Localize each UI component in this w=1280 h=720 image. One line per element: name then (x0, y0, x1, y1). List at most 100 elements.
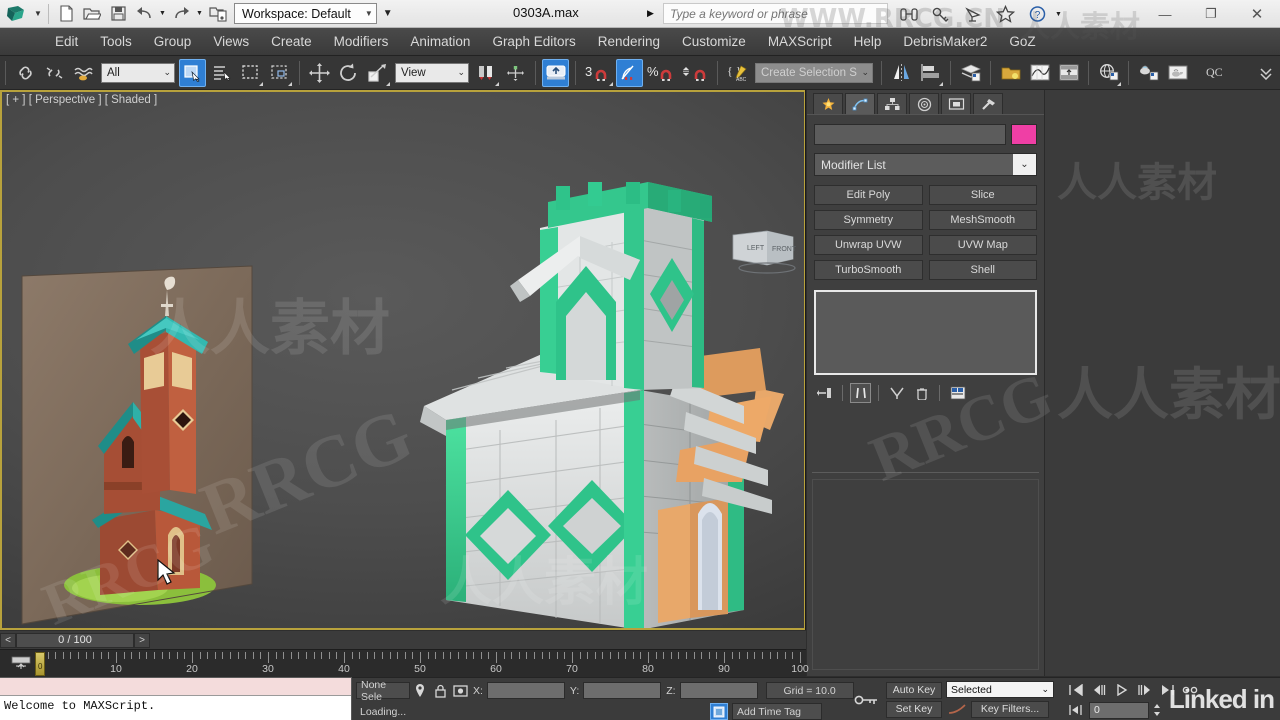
open-file-button[interactable] (79, 2, 105, 26)
edit-named-selection-sets-button[interactable]: { } ABC (724, 59, 751, 87)
menu-maxscript[interactable]: MAXScript (757, 28, 843, 56)
select-and-link-button[interactable] (12, 59, 39, 87)
unlink-selection-button[interactable] (41, 59, 68, 87)
search-input[interactable] (664, 4, 887, 23)
logo-dropdown-caret[interactable]: ▼ (34, 1, 44, 27)
set-key-toggle-icon[interactable] (852, 685, 882, 715)
modifier-button-edit-poly[interactable]: Edit Poly (814, 185, 923, 205)
percent-snap-toggle-button[interactable]: % (645, 59, 677, 87)
file-menu-caret[interactable]: ▶ (647, 8, 654, 19)
menu-graph-editors[interactable]: Graph Editors (481, 28, 586, 56)
next-frame-button-2[interactable] (1135, 681, 1155, 699)
absolute-relative-toggle-icon[interactable] (450, 682, 470, 700)
spinner-arrows-icon[interactable] (1152, 701, 1162, 719)
window-crossing-button[interactable] (266, 59, 293, 87)
workspace-selector[interactable]: Workspace: Default ▼ (234, 3, 377, 24)
snap-3-magnet-button[interactable]: 3 (582, 59, 614, 87)
adaptive-degradation-icon[interactable] (710, 703, 728, 720)
minimize-button[interactable]: — (1142, 0, 1188, 28)
menu-goz[interactable]: GoZ (998, 28, 1046, 56)
play-animation-button[interactable] (1112, 681, 1132, 699)
render-frame-window-button[interactable] (1164, 59, 1191, 87)
select-and-manipulate-button[interactable] (502, 59, 529, 87)
pin-stack-icon[interactable] (814, 383, 835, 403)
select-by-name-button[interactable] (208, 59, 235, 87)
toolbar-overflow-chevron[interactable] (1252, 59, 1279, 87)
help-dropdown-caret[interactable]: ▼ (1053, 11, 1064, 18)
open-mini-curve-editor-icon[interactable] (10, 655, 32, 678)
menu-modifiers[interactable]: Modifiers (323, 28, 400, 56)
rectangular-selection-region-button[interactable] (237, 59, 264, 87)
menu-animation[interactable]: Animation (399, 28, 481, 56)
modifier-list-dropdown[interactable]: Modifier List ⌄ (814, 153, 1037, 176)
set-key-button[interactable]: Set Key (886, 700, 942, 718)
current-frame-field[interactable]: 0 / 100 (16, 632, 134, 648)
time-slider-handle[interactable]: 0 (35, 652, 45, 676)
y-coordinate-field[interactable] (583, 682, 662, 699)
satellite-dish-icon[interactable] (957, 2, 989, 26)
make-unique-icon[interactable] (886, 383, 907, 403)
redo-button[interactable] (168, 2, 194, 26)
add-time-tag-field[interactable]: Add Time Tag (732, 703, 822, 720)
default-in-out-tangent-icon[interactable] (946, 700, 968, 718)
select-object-button[interactable] (179, 58, 206, 87)
menu-tools[interactable]: Tools (89, 28, 143, 56)
tab-create[interactable] (813, 93, 843, 114)
scene-explorer-button[interactable] (997, 59, 1024, 87)
tab-hierarchy[interactable] (877, 93, 907, 114)
render-setup-button[interactable] (1135, 59, 1162, 87)
star-icon[interactable] (989, 2, 1021, 26)
menu-customize[interactable]: Customize (671, 28, 757, 56)
tab-display[interactable] (941, 93, 971, 114)
track-bar[interactable]: 10 20 30 40 50 60 70 80 90 100 0 (0, 649, 809, 678)
previous-frame-button[interactable]: < (0, 632, 16, 648)
go-to-end-frame-button[interactable] (1066, 701, 1086, 719)
x-coordinate-field[interactable] (486, 682, 565, 699)
undo-dropdown-caret[interactable]: ▼ (157, 10, 168, 17)
mirror-button[interactable] (888, 59, 915, 87)
pin-stack-status-icon[interactable] (410, 682, 430, 700)
close-button[interactable]: ✕ (1234, 0, 1280, 28)
menu-create[interactable]: Create (260, 28, 323, 56)
view-cube[interactable]: LEFT FRONT (727, 225, 799, 280)
workspace-menu-caret[interactable]: ▼ (383, 8, 393, 19)
menu-rendering[interactable]: Rendering (587, 28, 671, 56)
snaps-toggle-button[interactable] (542, 58, 569, 87)
search-box[interactable] (663, 3, 888, 24)
restore-button[interactable]: ❐ (1188, 0, 1234, 28)
named-selection-set-combo[interactable]: Create Selection Se ⌄ (755, 62, 873, 83)
modifier-button-unwrap-uvw[interactable]: Unwrap UVW (814, 235, 923, 255)
use-pivot-point-center-button[interactable] (473, 59, 500, 87)
undo-button[interactable] (131, 2, 157, 26)
object-name-field[interactable] (814, 124, 1006, 145)
modifier-button-shell[interactable]: Shell (928, 260, 1037, 280)
select-and-rotate-button[interactable] (335, 59, 362, 87)
new-file-button[interactable] (53, 2, 79, 26)
key-filters-button[interactable]: Key Filters... (971, 700, 1049, 718)
select-and-scale-button[interactable] (364, 59, 391, 87)
modifier-button-uvw-map[interactable]: UVW Map (928, 235, 1037, 255)
timeline-ruler[interactable]: 10 20 30 40 50 60 70 80 90 100 (40, 650, 809, 678)
angle-snap-toggle-button[interactable] (616, 58, 643, 87)
reference-coordinate-combo[interactable]: View ⌄ (395, 62, 469, 83)
object-color-swatch[interactable] (1011, 124, 1037, 145)
schematic-view-button[interactable] (1055, 59, 1082, 87)
lock-selection-icon[interactable] (430, 682, 450, 700)
align-button[interactable] (917, 59, 944, 87)
modifier-button-meshsmooth[interactable]: MeshSmooth (928, 210, 1037, 230)
configure-sets-icon[interactable] (947, 383, 968, 403)
trash-modifier-icon[interactable] (911, 383, 932, 403)
layer-explorer-button[interactable] (957, 59, 984, 87)
curve-editor-button[interactable] (1026, 59, 1053, 87)
key-icon[interactable] (925, 2, 957, 26)
question-circle-icon[interactable]: ? (1021, 2, 1053, 26)
auto-key-button[interactable]: Auto Key (886, 681, 942, 699)
project-folder-button[interactable] (205, 2, 231, 26)
tab-utilities[interactable] (973, 93, 1003, 114)
go-to-start-button[interactable] (1066, 681, 1086, 699)
bind-to-space-warp-button[interactable] (70, 59, 97, 87)
save-file-button[interactable] (105, 2, 131, 26)
spinner-snap-toggle-button[interactable] (679, 59, 711, 87)
current-frame-spinner[interactable]: 0 (1089, 701, 1149, 719)
material-editor-button[interactable] (1095, 59, 1122, 87)
